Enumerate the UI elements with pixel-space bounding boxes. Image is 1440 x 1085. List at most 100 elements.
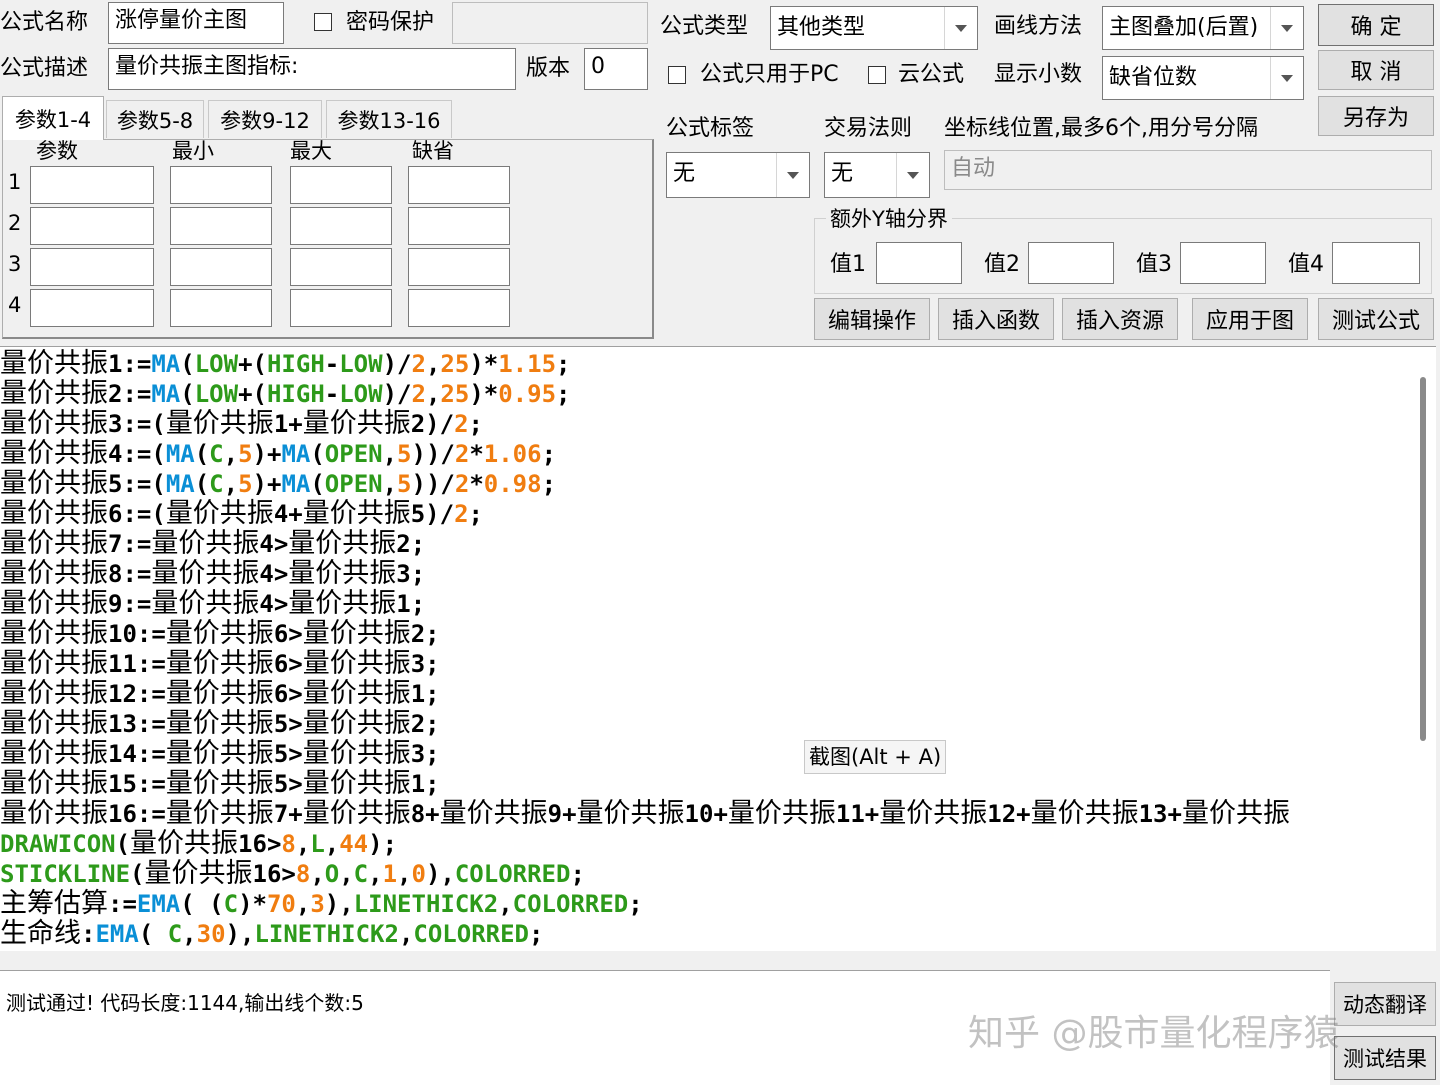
decimal-select[interactable]: 缺省位数 bbox=[1102, 56, 1304, 100]
trade-rule-select[interactable]: 无 bbox=[824, 152, 930, 198]
trade-rule-label: 交易法则 bbox=[824, 116, 913, 141]
password-checkbox[interactable] bbox=[314, 13, 332, 31]
code-line: 量价共振10:=量价共振6>量价共振2; bbox=[0, 618, 440, 649]
code-line: 量价共振9:=量价共振4>量价共振1; bbox=[0, 588, 426, 619]
code-editor[interactable]: 量价共振1:=MA(LOW+(HIGH-LOW)/2,25)*1.15; 量价共振… bbox=[0, 346, 1436, 951]
watermark: 知乎 @股市量化程序猿 bbox=[968, 1013, 1340, 1054]
param-name-input[interactable] bbox=[30, 289, 154, 327]
param-header-max: 最大 bbox=[290, 139, 332, 163]
edit-operations-button[interactable]: 编辑操作 bbox=[814, 298, 930, 340]
y-value3-label: 值3 bbox=[1136, 252, 1172, 277]
code-line: 量价共振2:=MA(LOW+(HIGH-LOW)/2,25)*0.95; bbox=[0, 378, 571, 409]
pc-only-checkbox[interactable] bbox=[668, 66, 686, 84]
code-line: 量价共振3:=(量价共振1+量价共振2)/2; bbox=[0, 408, 483, 439]
formula-type-label: 公式类型 bbox=[660, 14, 749, 39]
code-line: 量价共振11:=量价共振6>量价共振3; bbox=[0, 648, 440, 679]
tab-params-1-4[interactable]: 参数1-4 bbox=[2, 96, 104, 140]
password-input[interactable] bbox=[452, 2, 648, 44]
param-default-input[interactable] bbox=[408, 289, 510, 327]
y-value4-input[interactable] bbox=[1332, 242, 1420, 284]
param-min-input[interactable] bbox=[170, 248, 272, 286]
apply-to-chart-button[interactable]: 应用于图 bbox=[1192, 298, 1308, 340]
param-max-input[interactable] bbox=[290, 248, 392, 286]
trade-rule-value: 无 bbox=[831, 161, 854, 186]
tab-params-5-8[interactable]: 参数5-8 bbox=[106, 100, 204, 138]
insert-function-button[interactable]: 插入函数 bbox=[938, 298, 1054, 340]
param-row-number: 1 bbox=[8, 170, 22, 194]
y-value1-input[interactable] bbox=[876, 242, 962, 284]
param-header-min: 最小 bbox=[172, 139, 214, 163]
test-formula-button[interactable]: 测试公式 bbox=[1318, 298, 1434, 340]
chevron-down-icon bbox=[776, 153, 809, 197]
param-min-input[interactable] bbox=[170, 166, 272, 204]
formula-name-input[interactable]: 涨停量价主图 bbox=[108, 2, 284, 44]
param-header-name: 参数 bbox=[36, 139, 78, 163]
formula-desc-label: 公式描述 bbox=[0, 56, 89, 81]
version-input[interactable]: 0 bbox=[584, 48, 648, 90]
cloud-formula-checkbox[interactable] bbox=[868, 66, 886, 84]
param-default-input[interactable] bbox=[408, 248, 510, 286]
chevron-down-icon bbox=[1270, 57, 1303, 99]
password-label: 密码保护 bbox=[346, 10, 435, 35]
axis-position-label: 坐标线位置,最多6个,用分号分隔 bbox=[944, 116, 1258, 141]
param-min-input[interactable] bbox=[170, 289, 272, 327]
y-value2-input[interactable] bbox=[1028, 242, 1114, 284]
formula-tag-value: 无 bbox=[673, 161, 696, 186]
pc-only-label: 公式只用于PC bbox=[700, 62, 839, 87]
cancel-button[interactable]: 取 消 bbox=[1318, 50, 1434, 90]
save-as-button[interactable]: 另存为 bbox=[1318, 96, 1434, 136]
formula-name-label: 公式名称 bbox=[0, 10, 89, 35]
formula-tag-select[interactable]: 无 bbox=[666, 152, 810, 198]
y-value2-label: 值2 bbox=[984, 252, 1020, 277]
code-line: 量价共振8:=量价共振4>量价共振3; bbox=[0, 558, 426, 589]
screenshot-tooltip: 截图(Alt + A) bbox=[804, 740, 947, 774]
code-line: DRAWICON(量价共振16>8,L,44); bbox=[0, 828, 398, 859]
code-line: 量价共振13:=量价共振5>量价共振2; bbox=[0, 708, 440, 739]
param-name-input[interactable] bbox=[30, 248, 154, 286]
dynamic-translate-button[interactable]: 动态翻译 bbox=[1334, 982, 1436, 1026]
insert-resource-button[interactable]: 插入资源 bbox=[1062, 298, 1178, 340]
y-value3-input[interactable] bbox=[1180, 242, 1266, 284]
param-max-input[interactable] bbox=[290, 166, 392, 204]
ok-button[interactable]: 确 定 bbox=[1318, 4, 1434, 46]
param-max-input[interactable] bbox=[290, 207, 392, 245]
formula-type-value: 其他类型 bbox=[777, 15, 866, 40]
param-header-default: 缺省 bbox=[412, 139, 454, 163]
code-line: STICKLINE(量价共振16>8,O,C,1,0),COLORRED; bbox=[0, 858, 585, 889]
code-line: 量价共振12:=量价共振6>量价共振1; bbox=[0, 678, 440, 709]
param-max-input[interactable] bbox=[290, 289, 392, 327]
param-min-input[interactable] bbox=[170, 207, 272, 245]
param-default-input[interactable] bbox=[408, 166, 510, 204]
code-line: 生命线:EMA( C,30),LINETHICK2,COLORRED; bbox=[0, 918, 544, 949]
draw-method-value: 主图叠加(后置) bbox=[1109, 15, 1259, 40]
tab-params-13-16[interactable]: 参数13-16 bbox=[326, 100, 452, 138]
code-line: 量价共振14:=量价共振5>量价共振3; bbox=[0, 738, 440, 769]
decimal-label: 显示小数 bbox=[994, 62, 1083, 87]
tab-params-9-12[interactable]: 参数9-12 bbox=[208, 100, 322, 138]
code-line: 量价共振6:=(量价共振4+量价共振5)/2; bbox=[0, 498, 483, 529]
formula-tag-label: 公式标签 bbox=[666, 116, 755, 141]
param-row-number: 3 bbox=[8, 252, 22, 276]
status-message: 测试通过! 代码长度:1144,输出线个数:5 bbox=[6, 991, 364, 1015]
param-name-input[interactable] bbox=[30, 166, 154, 204]
code-line: 量价共振5:=(MA(C,5)+MA(OPEN,5))/2*0.98; bbox=[0, 468, 557, 499]
y-value4-label: 值4 bbox=[1288, 252, 1324, 277]
code-line: 量价共振15:=量价共振5>量价共振1; bbox=[0, 768, 440, 799]
test-result-button[interactable]: 测试结果 bbox=[1334, 1036, 1436, 1080]
vertical-scrollbar[interactable] bbox=[1420, 377, 1426, 741]
formula-desc-input[interactable]: 量价共振主图指标: bbox=[108, 48, 516, 90]
param-name-input[interactable] bbox=[30, 207, 154, 245]
extra-y-axis-label: 额外Y轴分界 bbox=[826, 204, 952, 234]
axis-position-input[interactable]: 自动 bbox=[944, 150, 1432, 190]
version-label: 版本 bbox=[526, 56, 571, 81]
cloud-formula-label: 云公式 bbox=[898, 62, 965, 87]
param-row-number: 4 bbox=[8, 293, 22, 317]
param-default-input[interactable] bbox=[408, 207, 510, 245]
y-value1-label: 值1 bbox=[830, 252, 866, 277]
draw-method-select[interactable]: 主图叠加(后置) bbox=[1102, 6, 1304, 50]
param-row-number: 2 bbox=[8, 211, 22, 235]
decimal-value: 缺省位数 bbox=[1109, 65, 1198, 90]
formula-type-select[interactable]: 其他类型 bbox=[770, 6, 978, 50]
code-line: 量价共振16:=量价共振7+量价共振8+量价共振9+量价共振10+量价共振11+… bbox=[0, 798, 1290, 829]
code-line: 量价共振4:=(MA(C,5)+MA(OPEN,5))/2*1.06; bbox=[0, 438, 557, 469]
